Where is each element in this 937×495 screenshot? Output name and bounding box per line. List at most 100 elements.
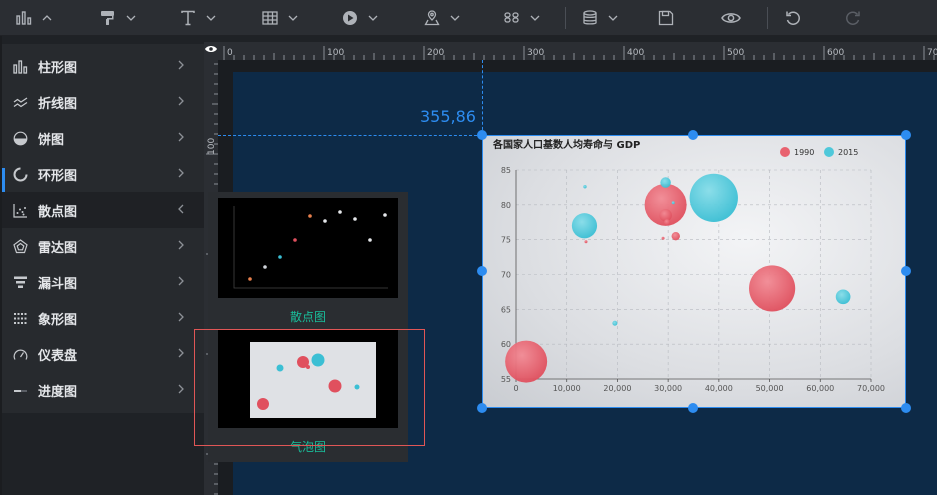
- ruler-label: 500: [727, 48, 744, 58]
- undo-button[interactable]: [785, 0, 801, 36]
- resize-handle-bottom-right[interactable]: [901, 403, 911, 413]
- table-icon: [262, 11, 278, 25]
- menu-item-pictorial-chart[interactable]: 象形图: [2, 300, 204, 336]
- resize-handle-top-right[interactable]: [901, 130, 911, 140]
- chevron-right-icon: [178, 96, 184, 106]
- top-toolbar: [0, 0, 937, 36]
- scatter-thumbnail[interactable]: [218, 198, 398, 298]
- menu-item-scatter-chart[interactable]: 散点图: [2, 192, 204, 228]
- ring-chart-icon: [13, 167, 28, 182]
- ruler-label: 200: [427, 48, 444, 58]
- chevron-right-icon: [178, 384, 184, 394]
- menu-item-ring-chart[interactable]: 环形图: [2, 156, 204, 192]
- chevron-down-icon: [608, 15, 618, 21]
- ruler-label: 600: [827, 48, 844, 58]
- media-menu-button[interactable]: [342, 0, 378, 36]
- toolbar-divider: [767, 7, 768, 29]
- menu-item-label: 进度图: [38, 385, 78, 400]
- ruler-label: 0: [227, 48, 233, 58]
- menu-item-radar-chart[interactable]: 雷达图: [2, 228, 204, 264]
- menu-item-label: 散点图: [38, 205, 78, 220]
- menu-item-label: 环形图: [38, 169, 78, 184]
- style-menu-button[interactable]: [100, 0, 136, 36]
- chevron-right-icon: [178, 132, 184, 142]
- chevron-right-icon: [178, 348, 184, 358]
- bar-chart-icon: [13, 60, 28, 74]
- menu-item-label: 折线图: [38, 97, 78, 112]
- chevron-down-icon: [288, 15, 298, 21]
- redo-button[interactable]: [845, 0, 861, 36]
- undo-icon: [786, 11, 800, 25]
- database-icon: [583, 10, 597, 25]
- progress-chart-icon: [14, 390, 27, 392]
- position-readout: 355,86: [420, 107, 476, 126]
- chevron-left-icon: [178, 204, 184, 214]
- resize-handle-top-left[interactable]: [477, 130, 487, 140]
- preview-button[interactable]: [721, 0, 741, 36]
- selection-box: [482, 135, 906, 408]
- chart-icon: [16, 11, 32, 25]
- scatter-chart-icon: [13, 204, 27, 218]
- hovered-option-outline: [194, 329, 425, 446]
- save-icon: [658, 10, 674, 26]
- map-pin-icon: [424, 10, 440, 26]
- chevron-right-icon: [178, 60, 184, 70]
- resize-handle-bottom[interactable]: [688, 403, 698, 413]
- chevron-right-icon: [178, 240, 184, 250]
- pictorial-chart-icon: [14, 313, 27, 324]
- menu-item-bar-chart[interactable]: 柱形图: [2, 48, 204, 84]
- more-components-icon: [504, 12, 519, 23]
- funnel-chart-icon: [14, 276, 27, 288]
- ruler-corner: [204, 42, 218, 60]
- menu-item-label: 柱形图: [38, 61, 78, 76]
- ruler-label: 700: [927, 48, 937, 58]
- line-chart-icon: [13, 97, 28, 108]
- visibility-eye-icon[interactable]: [204, 44, 218, 54]
- radar-chart-icon: [13, 239, 28, 254]
- ruler-label: 100: [327, 48, 344, 58]
- table-menu-button[interactable]: [262, 0, 298, 36]
- chevron-up-icon: [42, 15, 52, 21]
- scatter-preview-image: [233, 206, 388, 289]
- chevron-down-icon: [450, 15, 460, 21]
- gauge-chart-icon: [13, 349, 28, 360]
- horizontal-guide-line: [218, 135, 482, 136]
- menu-item-label: 仪表盘: [38, 349, 78, 364]
- more-components-button[interactable]: [504, 0, 540, 36]
- toolbar-divider: [565, 7, 566, 29]
- menu-item-funnel-chart[interactable]: 漏斗图: [2, 264, 204, 300]
- ruler-label: 300: [527, 48, 544, 58]
- chevron-right-icon: [178, 168, 184, 178]
- resize-handle-top[interactable]: [688, 130, 698, 140]
- menu-item-gauge-chart[interactable]: 仪表盘: [2, 336, 204, 372]
- paint-brush-icon: [101, 11, 114, 25]
- pie-chart-icon: [13, 131, 28, 146]
- menu-item-label: 漏斗图: [38, 277, 78, 292]
- chart-type-menu: 柱形图 折线图 饼图 环形图 散点图 雷达图 漏斗图 象形图 仪表盘 进度图: [2, 44, 204, 413]
- horizontal-ruler[interactable]: 0 100 200 300 400 500 600 700: [218, 42, 937, 60]
- submenu-option-scatter-label[interactable]: 散点图: [218, 308, 398, 325]
- menu-item-label: 饼图: [38, 133, 65, 148]
- save-button[interactable]: [658, 0, 674, 36]
- menu-item-pie-chart[interactable]: 饼图: [2, 120, 204, 156]
- chevron-down-icon: [126, 15, 136, 21]
- map-menu-button[interactable]: [424, 0, 460, 36]
- menu-item-line-chart[interactable]: 折线图: [2, 84, 204, 120]
- menu-item-label: 雷达图: [38, 241, 78, 256]
- resize-handle-right[interactable]: [901, 266, 911, 276]
- chevron-right-icon: [178, 276, 184, 286]
- chevron-down-icon: [368, 15, 378, 21]
- data-source-button[interactable]: [582, 0, 618, 36]
- redo-icon: [846, 11, 860, 25]
- preview-eye-icon: [721, 13, 741, 23]
- chevron-down-icon: [206, 15, 216, 21]
- text-menu-button[interactable]: [180, 0, 216, 36]
- text-icon: [181, 10, 195, 26]
- ruler-label: 100: [207, 138, 217, 155]
- resize-handle-bottom-left[interactable]: [477, 403, 487, 413]
- chart-menu-button[interactable]: [16, 0, 52, 36]
- media-play-icon: [343, 11, 357, 25]
- resize-handle-left[interactable]: [477, 266, 487, 276]
- menu-item-label: 象形图: [38, 313, 78, 328]
- menu-item-progress-chart[interactable]: 进度图: [2, 372, 204, 408]
